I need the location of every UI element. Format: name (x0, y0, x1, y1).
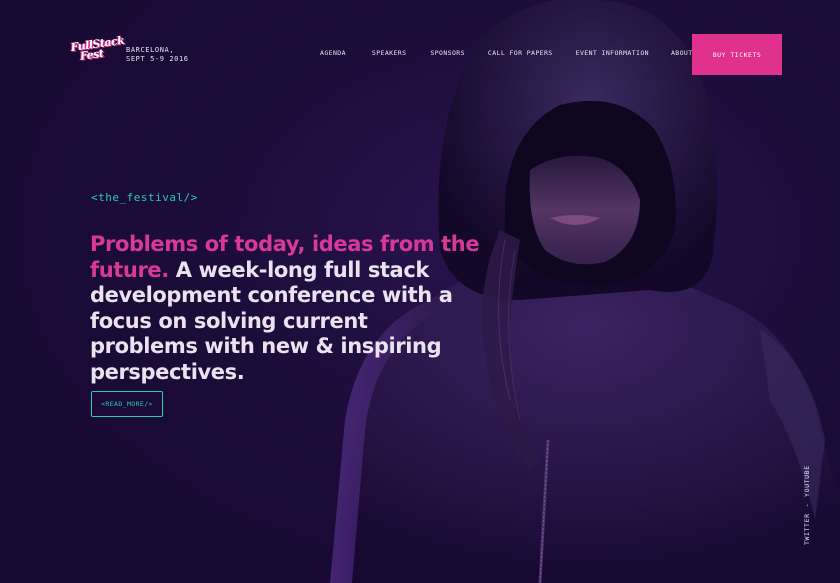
location-dates: SEPT 5-9 2016 (126, 55, 189, 63)
section-tag: <the_festival/> (91, 191, 198, 204)
buy-tickets-button[interactable]: BUY TICKETS (692, 34, 782, 75)
fullstack-fest-logo-icon: FullStack Fest (70, 34, 125, 73)
main-nav: AGENDA SPEAKERS SPONSORS CALL FOR PAPERS… (320, 49, 693, 57)
hero-headline: Problems of today, ideas from the future… (90, 232, 480, 385)
twitter-link[interactable]: TWITTER (803, 513, 811, 545)
social-links: TWITTER - YOUTUBE (803, 465, 811, 545)
youtube-link[interactable]: YOUTUBE (803, 465, 811, 497)
location-city: BARCELONA, (126, 46, 175, 54)
nav-item-sponsors[interactable]: SPONSORS (430, 49, 465, 57)
event-location: BARCELONA, SEPT 5-9 2016 (126, 46, 189, 64)
nav-item-about[interactable]: ABOUT (671, 49, 693, 57)
nav-item-call-for-papers[interactable]: CALL FOR PAPERS (488, 49, 553, 57)
brand-logo[interactable]: FullStack Fest BARCELONA, SEPT 5-9 2016 (70, 34, 189, 73)
nav-item-event-information[interactable]: EVENT INFORMATION (576, 49, 649, 57)
read-more-button[interactable]: <READ_MORE/> (91, 391, 163, 417)
nav-item-agenda[interactable]: AGENDA (320, 49, 346, 57)
logo-line-2: Fest (79, 46, 105, 63)
nav-item-speakers[interactable]: SPEAKERS (372, 49, 407, 57)
landing-page: FullStack Fest BARCELONA, SEPT 5-9 2016 … (0, 0, 840, 583)
social-separator: - (803, 502, 811, 508)
